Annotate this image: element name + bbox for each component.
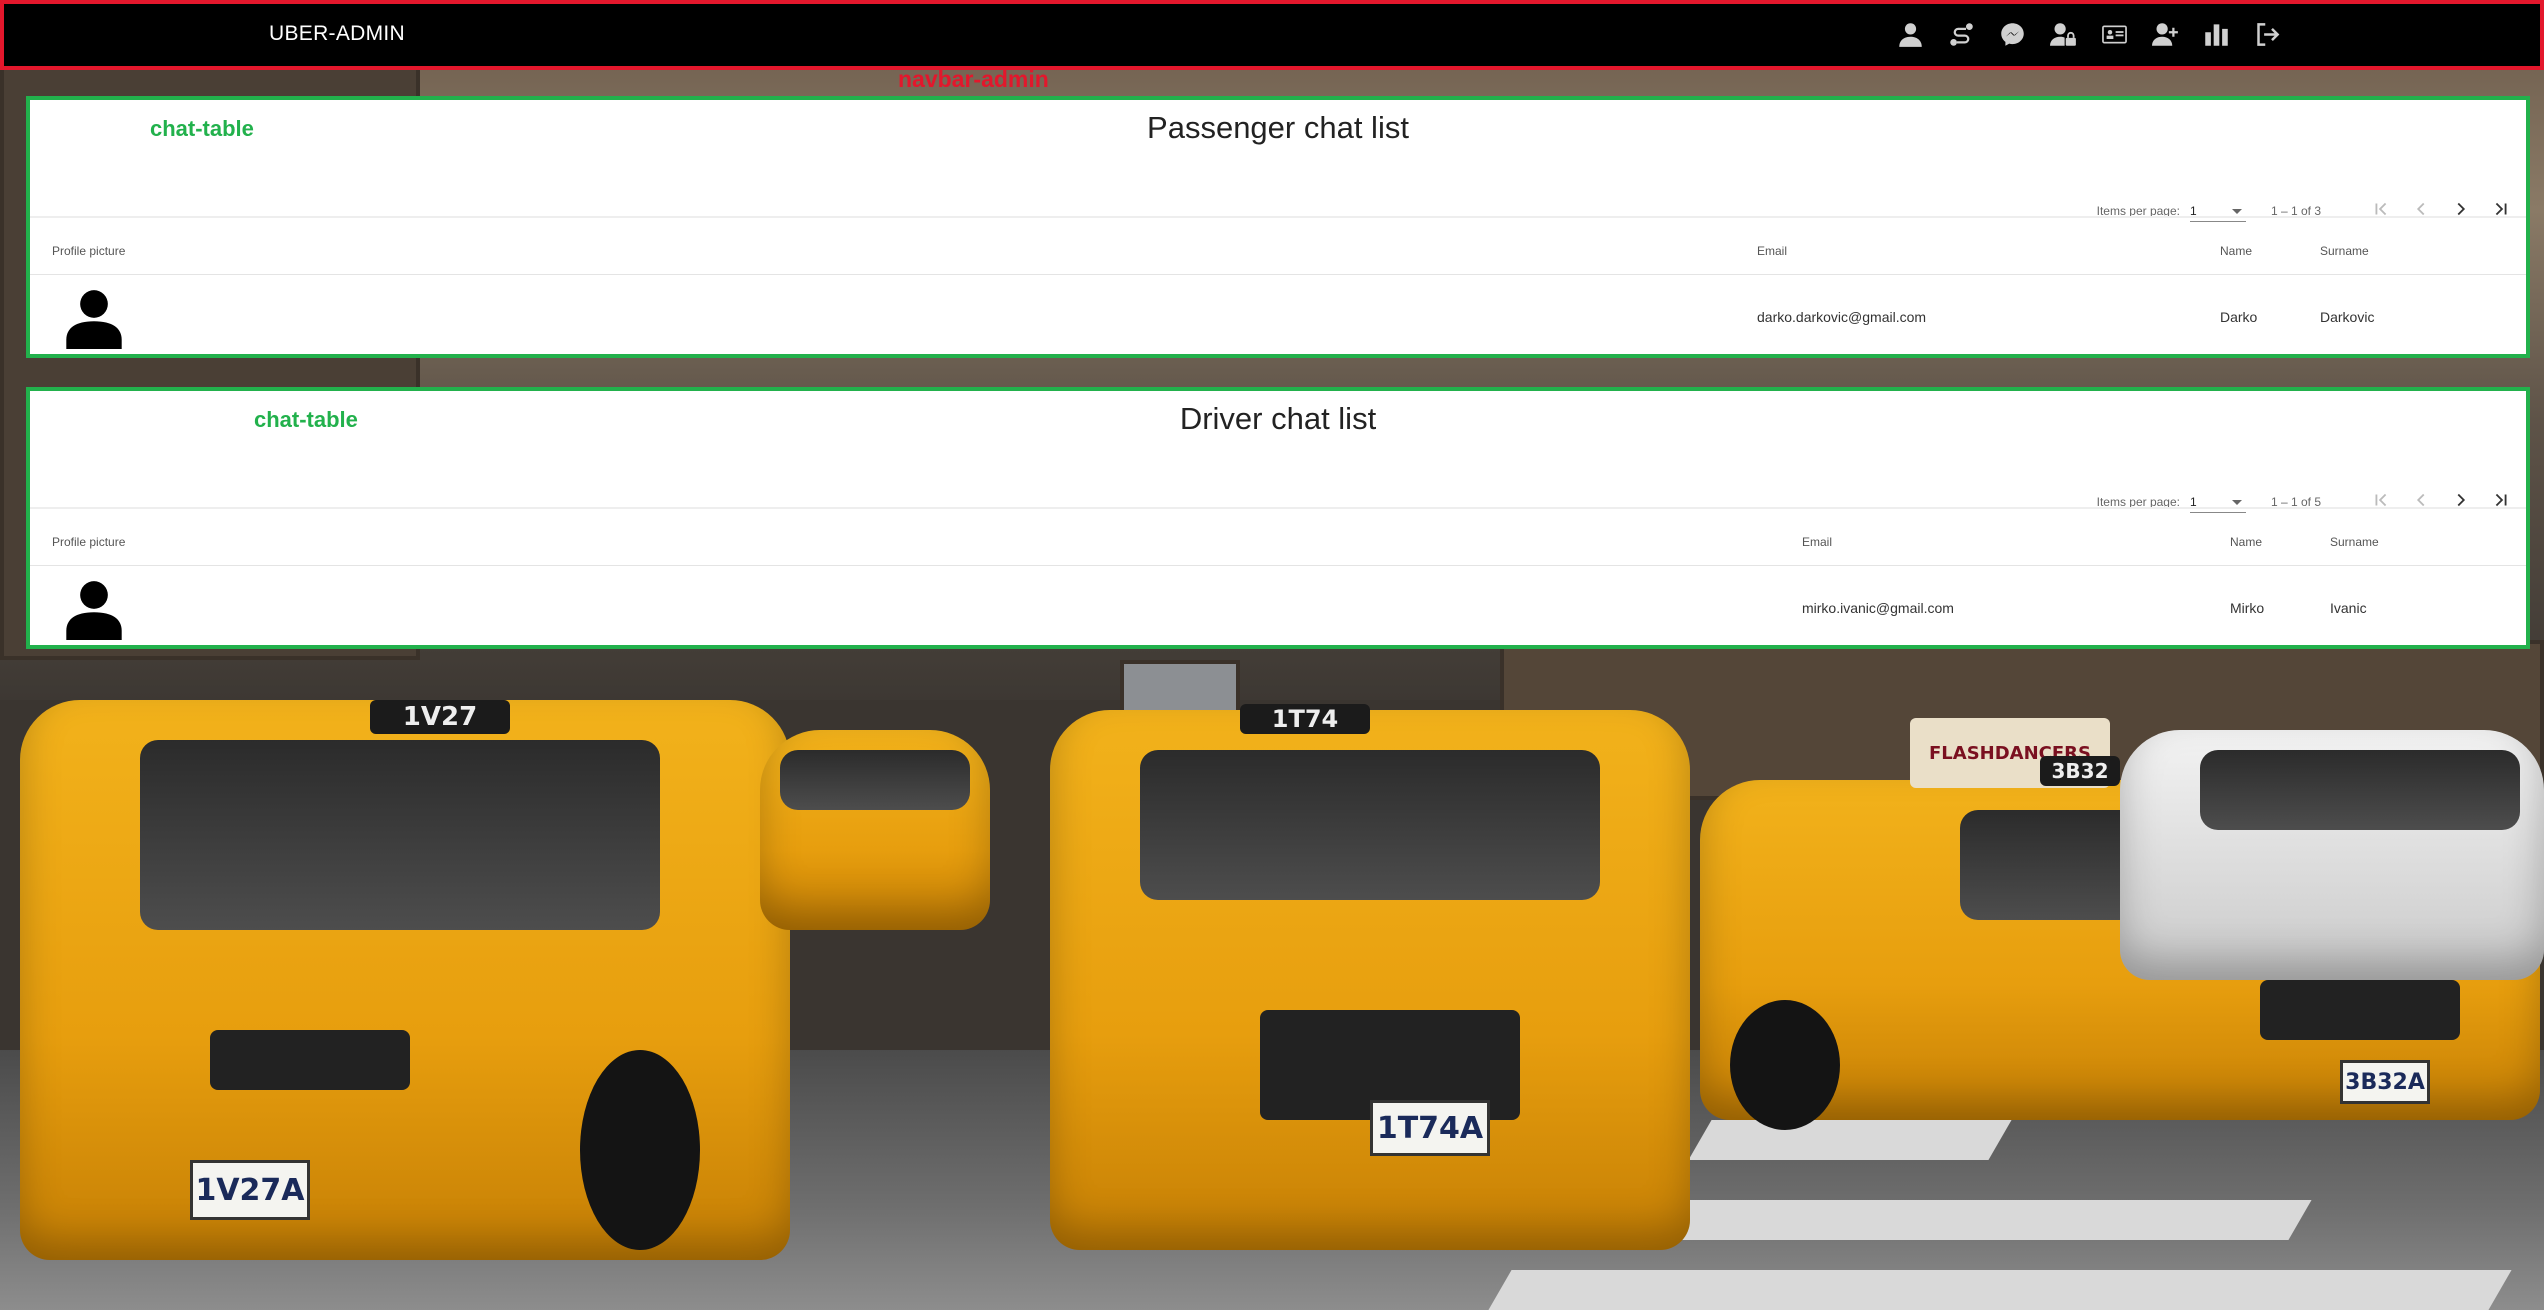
nav-icons xyxy=(1894,18,2283,50)
chevron-down-icon xyxy=(2232,500,2242,505)
previous-page-button[interactable] xyxy=(2406,485,2436,515)
table-row[interactable]: mirko.ivanic@gmail.com Mirko Ivanic xyxy=(30,565,2526,645)
brand-title[interactable]: UBER-ADMIN xyxy=(269,22,405,46)
items-per-page-select[interactable]: 1 xyxy=(2190,200,2246,222)
row-name: Darko xyxy=(2220,309,2258,325)
bar-chart-icon[interactable] xyxy=(2200,18,2232,50)
column-header-surname[interactable]: Surname xyxy=(2330,535,2379,549)
white-car xyxy=(2120,730,2544,980)
taxi-roof-sign: 3B32 xyxy=(2040,756,2120,786)
column-header-profile[interactable]: Profile picture xyxy=(52,244,125,258)
previous-page-button[interactable] xyxy=(2406,194,2436,224)
column-header-email[interactable]: Email xyxy=(1802,535,1832,549)
row-name: Mirko xyxy=(2230,600,2265,616)
chevron-down-icon xyxy=(2232,209,2242,214)
user-lock-icon[interactable] xyxy=(2047,18,2079,50)
user-icon[interactable] xyxy=(1894,18,1926,50)
crosswalk-stripe xyxy=(1688,1120,2012,1160)
crosswalk-stripe xyxy=(1588,1200,2312,1240)
row-surname: Ivanic xyxy=(2330,600,2367,616)
user-avatar-icon xyxy=(66,290,122,349)
row-surname: Darkovic xyxy=(2320,309,2375,325)
id-card-icon[interactable] xyxy=(2098,18,2130,50)
table-title: Driver chat list xyxy=(1179,401,1377,436)
first-page-button[interactable] xyxy=(2366,485,2396,515)
driver-chat-table: chat-table Driver chat list Items per pa… xyxy=(26,387,2530,649)
last-page-button[interactable] xyxy=(2486,194,2516,224)
taxi-plate: 3B32A xyxy=(2340,1060,2430,1104)
items-per-page-select[interactable]: 1 xyxy=(2190,491,2246,513)
user-avatar-icon xyxy=(66,581,122,640)
first-page-button[interactable] xyxy=(2366,194,2396,224)
table-header: Profile picture Email Name Surname xyxy=(30,513,2526,565)
taxi-roof-sign: 1T74 xyxy=(1240,704,1370,734)
messenger-icon[interactable] xyxy=(1996,18,2028,50)
next-page-button[interactable] xyxy=(2446,194,2476,224)
column-header-name[interactable]: Name xyxy=(2220,244,2252,258)
next-page-button[interactable] xyxy=(2446,485,2476,515)
column-header-name[interactable]: Name xyxy=(2230,535,2262,549)
taxi-plate: 1T74A xyxy=(1370,1100,1490,1156)
avatar xyxy=(66,580,122,640)
divider xyxy=(30,507,2526,509)
last-page-button[interactable] xyxy=(2486,485,2516,515)
column-header-email[interactable]: Email xyxy=(1757,244,1787,258)
avatar xyxy=(66,289,122,349)
row-email: darko.darkovic@gmail.com xyxy=(1757,309,1927,325)
taxi-back xyxy=(760,730,990,930)
logout-icon[interactable] xyxy=(2251,18,2283,50)
column-header-surname[interactable]: Surname xyxy=(2320,244,2369,258)
table-title: Passenger chat list xyxy=(1147,110,1409,145)
taxi-center: 1T74A xyxy=(1050,710,1690,1250)
table-row[interactable]: darko.darkovic@gmail.com Darko Darkovic xyxy=(30,274,2526,354)
route-icon[interactable] xyxy=(1945,18,1977,50)
crosswalk-stripe xyxy=(1488,1270,2512,1310)
wheel xyxy=(580,1050,700,1250)
row-email: mirko.ivanic@gmail.com xyxy=(1802,600,1954,616)
navbar-admin: UBER-ADMIN xyxy=(0,0,2544,70)
navbar-caption: navbar-admin xyxy=(898,66,1049,92)
taxi-roof-sign: 1V27 xyxy=(370,700,510,734)
passenger-chat-table: chat-table Passenger chat list Items per… xyxy=(26,96,2530,358)
user-plus-icon[interactable] xyxy=(2149,18,2181,50)
wheel xyxy=(1730,1000,1840,1130)
column-header-profile[interactable]: Profile picture xyxy=(52,535,125,549)
table-header: Profile picture Email Name Surname xyxy=(30,222,2526,274)
divider xyxy=(30,216,2526,218)
taxi-plate: 1V27A xyxy=(190,1160,310,1220)
